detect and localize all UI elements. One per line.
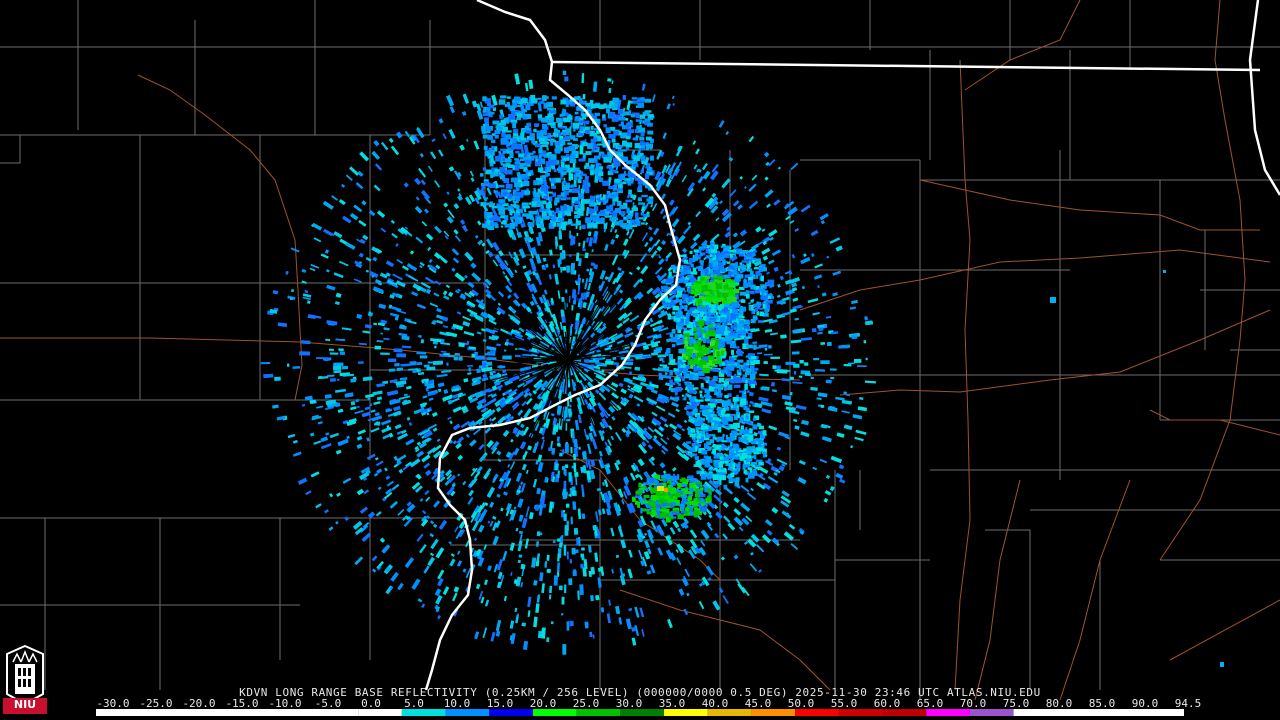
colorbar-segment — [664, 709, 708, 716]
colorbar-segment — [969, 709, 1014, 716]
reflectivity-colorbar — [96, 709, 1184, 716]
colorbar-labels: -30.0 -25.0 -20.0 -15.0 -10.0 -5.0 0.0 5.0 10.0 1… — [0, 697, 1280, 710]
colorbar-segment — [489, 709, 533, 716]
colorbar-segment — [445, 709, 490, 716]
colorbar-segment — [751, 709, 796, 716]
radar-map — [0, 0, 1280, 720]
colorbar-segment — [926, 709, 970, 716]
colorbar-segment — [838, 709, 883, 716]
colorbar-segment — [620, 709, 665, 716]
colorbar-segment — [96, 709, 359, 716]
colorbar-segment — [882, 709, 927, 716]
colorbar-segment — [576, 709, 621, 716]
colorbar-segment — [707, 709, 752, 716]
colorbar-segment — [1013, 709, 1184, 716]
colorbar-segment — [532, 709, 577, 716]
colorbar-segment — [401, 709, 446, 716]
colorbar-segment — [358, 709, 402, 716]
colorbar-segment — [795, 709, 839, 716]
